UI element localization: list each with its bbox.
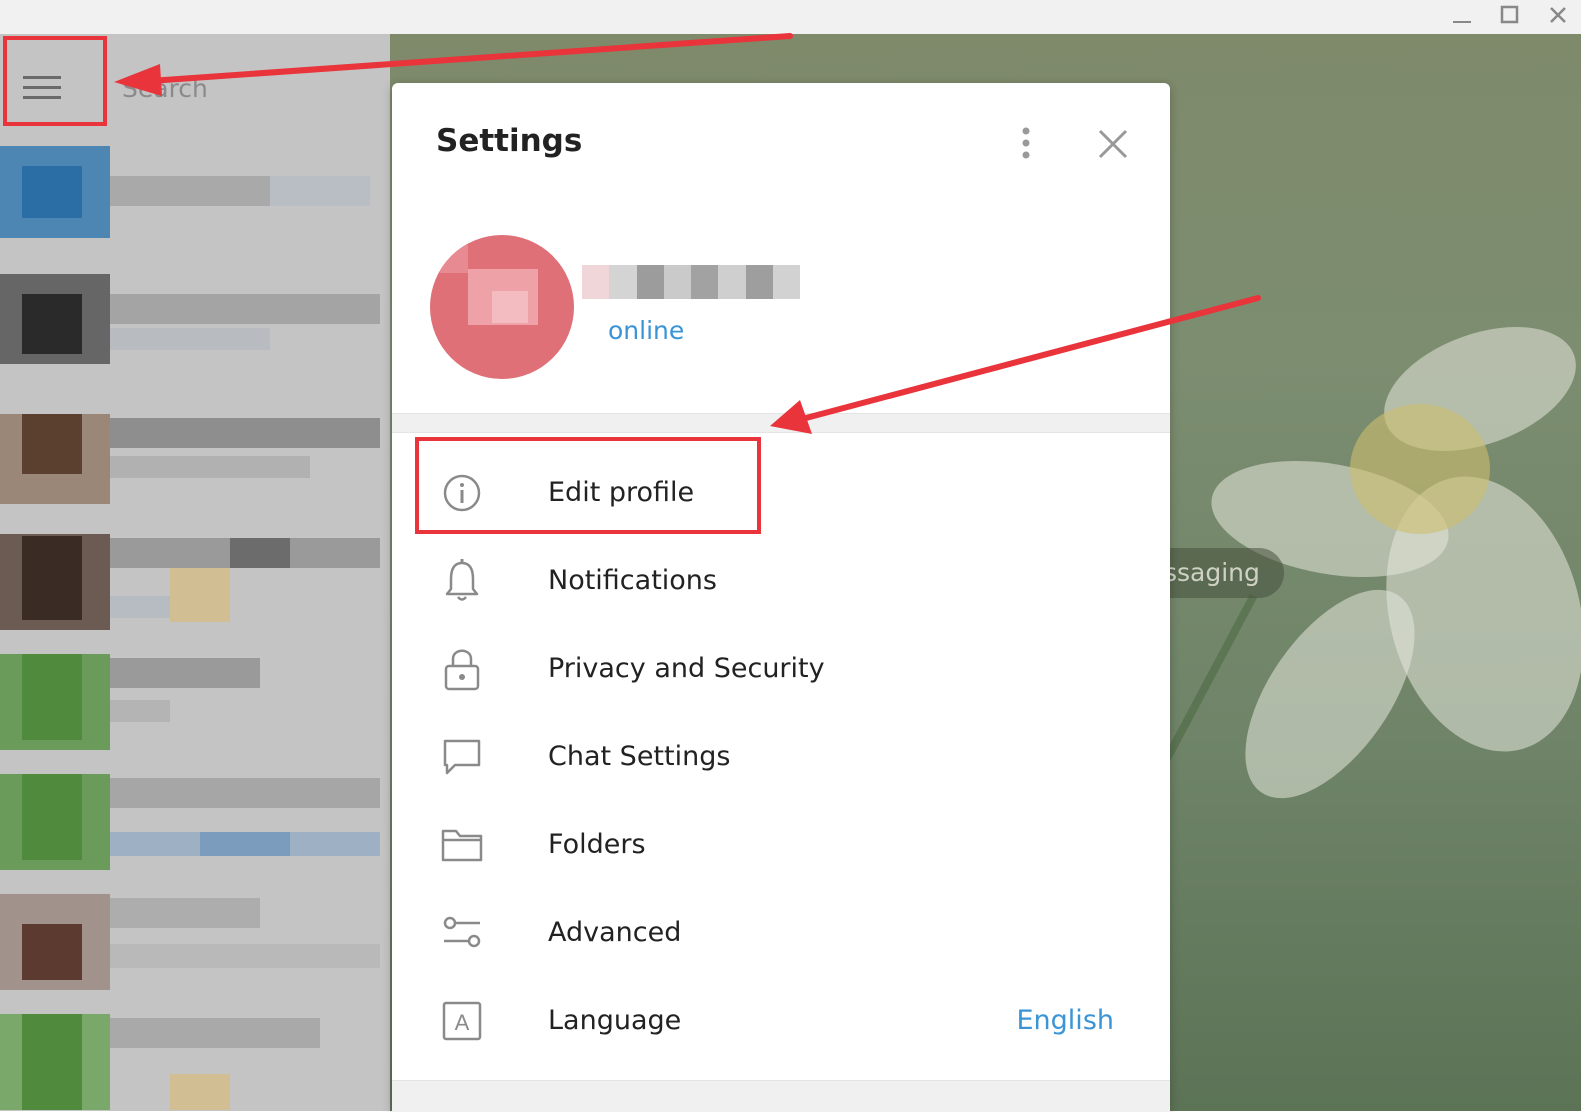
menu-item-label: Privacy and Security (548, 653, 825, 684)
chat-list-item[interactable] (0, 404, 390, 514)
bell-icon (440, 559, 484, 603)
section-divider (392, 1080, 1170, 1112)
panel-title: Settings (436, 123, 583, 159)
menu-item-language[interactable]: A Language English (392, 979, 1170, 1067)
menu-item-folders[interactable]: Folders (392, 803, 1170, 891)
window-title-bar (0, 0, 1581, 34)
annotation-highlight-menu (3, 36, 107, 126)
chat-list-item[interactable] (0, 146, 390, 256)
chat-list-item[interactable] (0, 884, 390, 994)
annotation-highlight-edit-profile (415, 437, 761, 534)
sliders-icon (440, 911, 484, 955)
maximize-icon (1500, 5, 1519, 24)
close-icon (1550, 7, 1566, 23)
chat-list-item[interactable] (0, 764, 390, 874)
profile-name-blurred (582, 265, 800, 299)
svg-text:A: A (455, 1010, 470, 1035)
menu-item-chat-settings[interactable]: Chat Settings (392, 715, 1170, 803)
menu-item-privacy-security[interactable]: Privacy and Security (392, 627, 1170, 715)
menu-item-notifications[interactable]: Notifications (392, 539, 1170, 627)
minimize-icon (1453, 21, 1471, 23)
menu-item-label: Advanced (548, 917, 682, 948)
more-vertical-icon (1022, 127, 1030, 159)
search-input[interactable]: Search (122, 74, 208, 103)
menu-item-label: Folders (548, 829, 646, 860)
settings-panel: Settings online Edit profile Notificatio… (392, 83, 1170, 1112)
chat-list-item[interactable] (0, 644, 390, 754)
maximize-button[interactable] (1488, 0, 1532, 30)
more-options-button[interactable] (1010, 123, 1042, 163)
lock-icon (440, 647, 484, 691)
section-divider (392, 413, 1170, 433)
window-close-button[interactable] (1536, 0, 1580, 30)
close-settings-button[interactable] (1092, 123, 1134, 165)
chat-list-item[interactable] (0, 524, 390, 634)
profile-status: online (608, 316, 685, 345)
language-value: English (1016, 1005, 1115, 1036)
menu-item-advanced[interactable]: Advanced (392, 891, 1170, 979)
close-icon (1098, 129, 1128, 159)
minimize-button[interactable] (1440, 0, 1484, 30)
chat-bubble-icon (440, 735, 484, 779)
chat-list-item[interactable] (0, 274, 390, 384)
chat-list-sidebar: Search (0, 34, 390, 1111)
menu-item-label: Notifications (548, 565, 717, 596)
folder-icon (440, 823, 484, 867)
menu-item-label: Language (548, 1005, 682, 1036)
language-icon: A (440, 999, 484, 1043)
menu-item-label: Chat Settings (548, 741, 731, 772)
chat-list-item[interactable] (0, 1004, 390, 1111)
avatar[interactable] (430, 235, 574, 379)
